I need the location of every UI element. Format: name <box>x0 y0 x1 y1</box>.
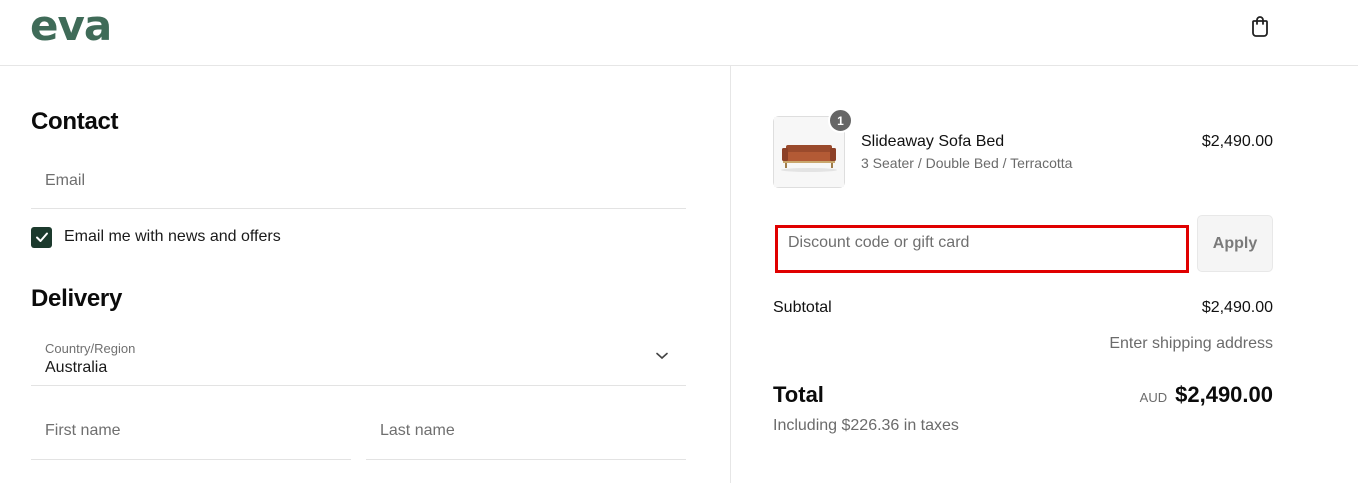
subtotal-value: $2,490.00 <box>1201 299 1273 316</box>
checkout-form: Contact Email Email me with news and off… <box>0 66 731 483</box>
header: eva <box>0 0 1358 66</box>
currency-code: AUD <box>1139 390 1168 405</box>
newsletter-checkbox[interactable] <box>31 226 52 248</box>
shipping-note: Enter shipping address <box>1109 335 1273 352</box>
country-label: Country/Region <box>45 341 136 356</box>
first-name-field[interactable]: First name <box>31 409 351 460</box>
product-variant: 3 Seater / Double Bed / Terracotta <box>861 155 1073 171</box>
email-placeholder: Email <box>45 172 86 189</box>
newsletter-label: Email me with news and offers <box>64 228 281 245</box>
last-name-field[interactable]: Last name <box>366 409 686 460</box>
country-value: Australia <box>45 359 108 376</box>
quantity-badge: 1 <box>828 108 853 133</box>
contact-heading: Contact <box>31 108 119 135</box>
product-name: Slideaway Sofa Bed <box>861 133 1005 150</box>
subtotal-label: Subtotal <box>773 299 832 316</box>
product-price: $2,490.00 <box>1201 133 1273 150</box>
delivery-heading: Delivery <box>31 285 122 312</box>
order-summary: 1 Slideaway Sofa Bed 3 Seater / Double B… <box>731 66 1358 483</box>
shopping-bag-icon <box>1252 16 1268 37</box>
last-name-placeholder: Last name <box>380 422 455 439</box>
newsletter-option[interactable]: Email me with news and offers <box>31 226 281 248</box>
apply-discount-button[interactable]: Apply <box>1197 215 1273 272</box>
tax-note: Including $226.36 in taxes <box>773 417 959 434</box>
product-thumbnail: 1 <box>773 108 853 188</box>
email-field[interactable]: Email <box>31 159 686 209</box>
discount-code-input[interactable] <box>775 225 1189 273</box>
brand-logo[interactable]: eva <box>30 2 112 50</box>
cart-button[interactable] <box>1246 12 1274 40</box>
total-amount: $2,490.00 <box>1175 382 1273 407</box>
first-name-placeholder: First name <box>45 422 121 439</box>
country-select[interactable]: Country/Region Australia <box>31 328 686 386</box>
checkmark-icon <box>35 232 48 242</box>
total-label: Total <box>773 382 824 407</box>
total-value-group: AUD $2,490.00 <box>1140 382 1273 408</box>
chevron-down-icon <box>656 352 668 360</box>
